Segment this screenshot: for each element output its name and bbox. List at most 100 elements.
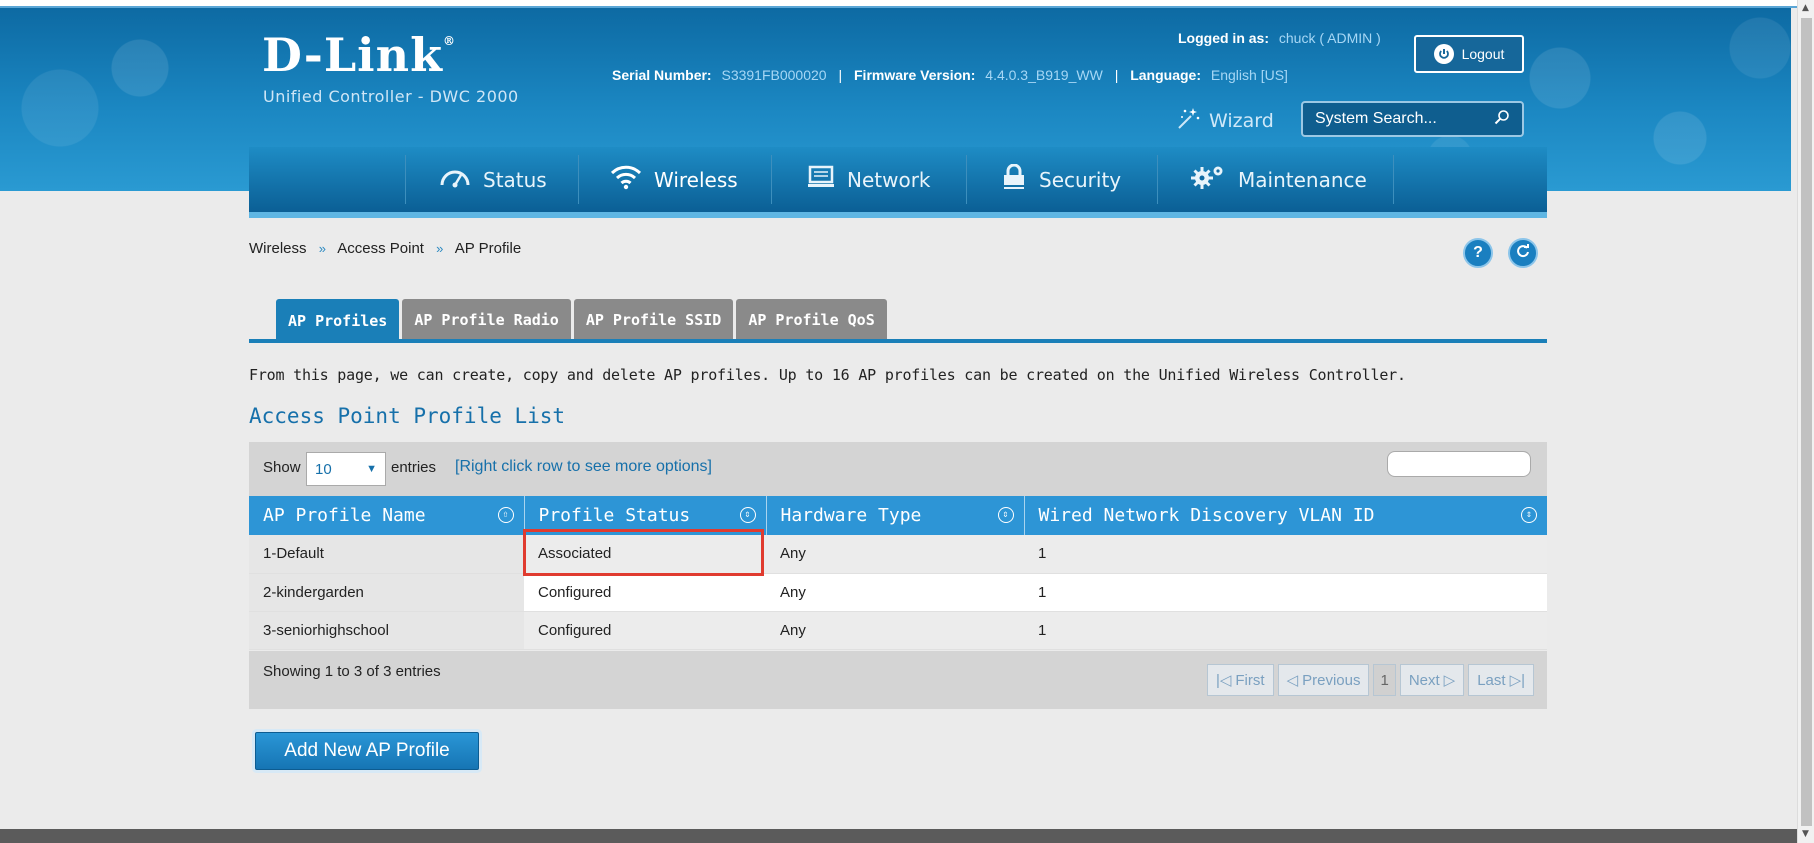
firmware-label: Firmware Version:: [854, 67, 976, 83]
language-label: Language:: [1130, 67, 1201, 83]
tab-ap-profile-radio[interactable]: AP Profile Radio: [402, 299, 571, 340]
pagination: |◁ First ◁ Previous 1 Next ▷ Last ▷|: [1206, 664, 1534, 696]
cell-profile-name: 2-kindergarden: [249, 573, 524, 612]
scrollbar-thumb[interactable]: [1801, 18, 1812, 826]
nav-label: Network: [847, 167, 931, 192]
chevron-left-icon: ◁: [1286, 672, 1299, 689]
scroll-down-icon[interactable]: ▼: [1802, 829, 1809, 839]
show-label: Show: [263, 459, 301, 476]
product-subtitle: Unified Controller - DWC 2000: [263, 87, 519, 106]
col-header-label: Profile Status: [538, 505, 691, 526]
previous-label: Previous: [1302, 671, 1361, 689]
previous-page-button[interactable]: ◁ Previous: [1277, 664, 1370, 696]
dlink-logo[interactable]: D-Link®: [262, 28, 456, 82]
nav-divider: [405, 155, 406, 204]
cell-hardware-type: Any: [766, 573, 1024, 612]
serial-value: S3391FB000020: [721, 67, 827, 83]
last-label: Last: [1477, 671, 1506, 689]
ap-profile-table: AP Profile Name ⇧ Profile Status ⇕ Hardwar…: [249, 496, 1547, 650]
nav-label: Status: [483, 167, 547, 192]
gears-icon: [1190, 164, 1226, 195]
cell-hardware-type: Any: [766, 535, 1024, 574]
sort-icon: ⇕: [739, 507, 756, 523]
question-icon: ?: [1473, 244, 1483, 261]
lock-icon: [1001, 163, 1027, 195]
first-label: First: [1235, 671, 1265, 689]
system-search-input[interactable]: System Search...: [1301, 101, 1524, 137]
breadcrumb-wireless[interactable]: Wireless: [249, 240, 307, 257]
cell-profile-status: Configured: [524, 573, 766, 612]
col-header-hardware-type[interactable]: Hardware Type ⇕: [766, 496, 1025, 535]
next-label: Next: [1408, 671, 1440, 689]
col-header-label: AP Profile Name: [263, 505, 426, 526]
nav-divider: [1393, 155, 1394, 204]
cell-vlan-id: 1: [1024, 611, 1547, 650]
wizard-link[interactable]: Wizard: [1175, 106, 1274, 135]
breadcrumb-separator: »: [318, 241, 326, 256]
wifi-icon: [610, 164, 642, 195]
nav-label: Security: [1039, 167, 1122, 192]
cell-profile-status: Configured: [524, 611, 766, 650]
tab-ap-profile-qos[interactable]: AP Profile QoS: [736, 299, 887, 340]
cell-hardware-type: Any: [766, 611, 1024, 650]
logout-button[interactable]: Logout: [1414, 35, 1524, 73]
help-button[interactable]: ?: [1463, 238, 1493, 268]
first-page-icon: |◁: [1215, 672, 1232, 689]
table-toolbar: Show 10 ▼ entries [Right click row to se…: [249, 442, 1547, 496]
chevron-right-icon: ▷: [1443, 672, 1456, 689]
nav-item-status[interactable]: Status: [439, 147, 547, 212]
cell-profile-status: Associated: [524, 535, 766, 574]
table-row[interactable]: 1-Default Associated Any 1: [249, 535, 1547, 574]
col-header-vlan-id[interactable]: Wired Network Discovery VLAN ID ⇕: [1024, 496, 1547, 535]
profile-tabs: AP Profiles AP Profile Radio AP Profile …: [276, 299, 887, 342]
col-header-label: Wired Network Discovery VLAN ID: [1038, 505, 1375, 526]
entries-per-page-select[interactable]: 10 ▼: [306, 452, 386, 486]
tab-ap-profiles[interactable]: AP Profiles: [276, 299, 400, 342]
monitor-icon: [807, 165, 835, 194]
logged-in-label: Logged in as:: [1178, 30, 1269, 46]
nav-item-network[interactable]: Network: [807, 147, 931, 212]
section-title: Access Point Profile List: [249, 404, 566, 428]
col-header-ap-profile-name[interactable]: AP Profile Name ⇧: [249, 496, 525, 535]
breadcrumb: Wireless » Access Point » AP Profile: [249, 240, 521, 257]
nav-divider: [1157, 155, 1158, 204]
table-row[interactable]: 2-kindergarden Configured Any 1: [249, 573, 1547, 612]
right-click-hint: [Right click row to see more options]: [455, 458, 712, 475]
language-selector[interactable]: English [US]: [1211, 67, 1288, 83]
search-icon[interactable]: [1494, 109, 1510, 130]
cell-vlan-id: 1: [1024, 573, 1547, 612]
sort-icon: ⇕: [1521, 507, 1537, 523]
table-row[interactable]: 3-seniorhighschool Configured Any 1: [249, 611, 1547, 650]
table-footer: Showing 1 to 3 of 3 entries |◁ First ◁ Pre…: [249, 651, 1547, 709]
nav-item-wireless[interactable]: Wireless: [610, 147, 738, 212]
tab-ap-profile-ssid[interactable]: AP Profile SSID: [573, 299, 734, 340]
nav-label: Maintenance: [1238, 167, 1367, 192]
last-page-button[interactable]: Last ▷|: [1468, 664, 1534, 696]
wizard-label: Wizard: [1209, 109, 1274, 132]
breadcrumb-access-point[interactable]: Access Point: [337, 240, 424, 257]
nav-item-security[interactable]: Security: [1001, 147, 1121, 212]
power-icon: [1433, 44, 1454, 64]
cell-profile-name: 1-Default: [249, 535, 524, 574]
first-page-button[interactable]: |◁ First: [1206, 664, 1274, 696]
serial-label: Serial Number:: [612, 67, 712, 83]
tab-underline: [249, 339, 1547, 343]
refresh-button[interactable]: [1508, 238, 1538, 268]
col-header-label: Hardware Type: [780, 505, 922, 526]
nav-item-maintenance[interactable]: Maintenance: [1190, 147, 1367, 212]
vertical-scrollbar[interactable]: ▲ ▼: [1797, 0, 1814, 843]
refresh-icon: [1516, 243, 1530, 263]
main-nav: Status Wireless Network Security Mainten…: [249, 147, 1547, 218]
bottom-bar: [0, 829, 1797, 843]
next-page-button[interactable]: Next ▷: [1399, 664, 1465, 696]
scroll-up-icon[interactable]: ▲: [1802, 3, 1809, 13]
wand-icon: [1175, 106, 1201, 135]
add-new-ap-profile-button[interactable]: Add New AP Profile: [255, 732, 479, 770]
table-filter-input[interactable]: [1387, 451, 1531, 477]
page-number-button[interactable]: 1: [1373, 664, 1396, 696]
device-info-line: Serial Number: S3391FB000020 | Firmware …: [612, 67, 1288, 83]
entries-info: Showing 1 to 3 of 3 entries: [263, 663, 441, 680]
breadcrumb-ap-profile: AP Profile: [454, 240, 522, 257]
col-header-profile-status[interactable]: Profile Status ⇕: [524, 496, 767, 535]
cell-vlan-id: 1: [1024, 535, 1547, 574]
